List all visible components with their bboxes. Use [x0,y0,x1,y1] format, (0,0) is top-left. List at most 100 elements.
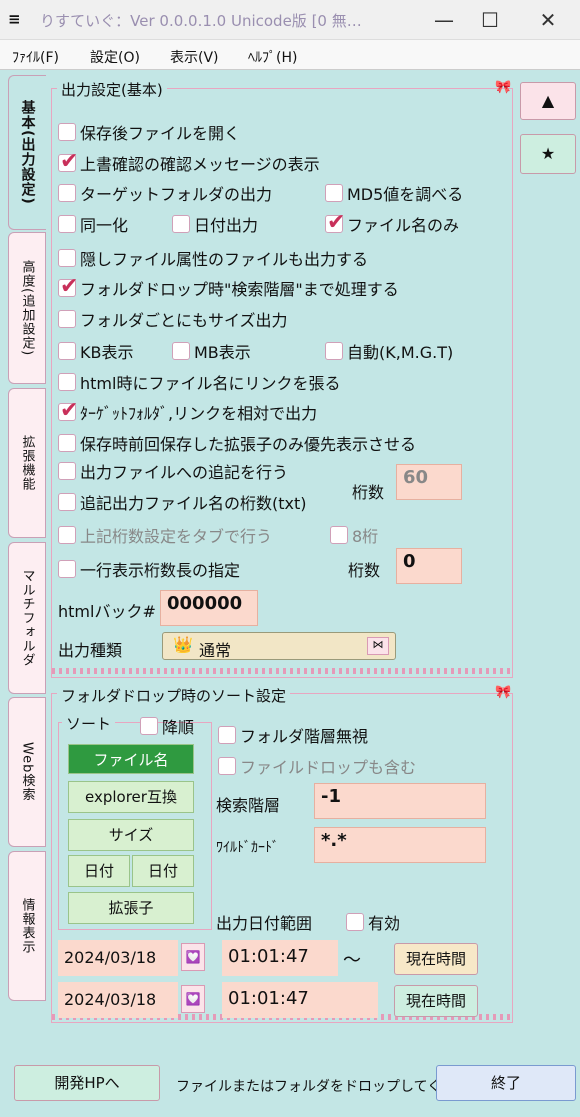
option-relative-link[interactable]: ﾀｰｹﾞｯﾄﾌｫﾙﾀﾞ,リンクを相対で出力 [58,398,318,424]
dotted-border [52,668,512,674]
checkbox[interactable] [325,184,343,202]
exit-button[interactable]: 終了 [436,1065,576,1101]
checkbox[interactable] [58,526,76,544]
sort-size-button[interactable]: サイズ [68,819,194,851]
depth-field[interactable]: -1 [314,783,486,819]
checkbox[interactable] [58,398,78,423]
menu-view[interactable]: 表示(V) [170,47,219,67]
option-filename-only[interactable]: ファイル名のみ [325,210,459,236]
app-icon[interactable]: ≡ [8,10,21,28]
checkbox[interactable] [58,149,78,174]
close-button[interactable]: ✕ [528,6,568,34]
checkbox[interactable] [218,757,236,775]
option-md5[interactable]: MD5値を調べる [325,181,463,205]
menu-file[interactable]: ﾌｧｲﾙ(F) [12,47,59,67]
checkbox[interactable] [58,215,76,233]
sort-date-button[interactable]: 日付 [68,855,130,887]
checkbox[interactable] [140,717,158,735]
checkbox[interactable] [58,123,76,141]
menu-help[interactable]: ﾍﾙﾌﾟ(H) [248,47,297,67]
tab-basic[interactable]: 基本(出力設定) [8,75,46,230]
sort-filename-button[interactable]: ファイル名 [68,744,194,774]
dropdown-arrow-icon[interactable]: ⋈ [367,637,389,655]
tab-multi-folder-label: マルチフォルダ [19,569,35,667]
checkbox[interactable] [58,342,76,360]
wildcard-field[interactable]: *.* [314,827,486,863]
option-kb[interactable]: KB表示 [58,339,133,363]
checkbox[interactable] [58,373,76,391]
output-type-value: 通常 [199,641,232,660]
checkbox[interactable] [58,310,76,328]
output-type-select[interactable]: 👑 通常 ⋈ [162,632,396,660]
checkbox[interactable] [58,434,76,452]
sort-date-button-2[interactable]: 日付 [132,855,194,887]
option-date-range-enable[interactable]: 有効 [346,910,400,934]
checkbox[interactable] [58,462,76,480]
checkbox[interactable] [58,184,76,202]
option-unify[interactable]: 同一化 [58,212,128,236]
option-label: 保存時前回保存した拡張子のみ優先表示させる [80,435,417,454]
checkbox[interactable] [58,274,78,299]
favorite-button[interactable]: ★ [520,134,576,174]
option-label: フォルダごとにもサイズ出力 [80,311,288,330]
minimize-button[interactable]: — [424,6,464,34]
tab-web-search[interactable]: Web検索 [8,697,46,847]
option-label: 出力ファイルへの追記を行う [80,463,289,482]
tab-multi-folder[interactable]: マルチフォルダ [8,542,46,694]
ribbon-icon: 🎀 [495,685,512,700]
time-field-2[interactable]: 01:01:47 [222,982,378,1018]
calendar-picker-icon[interactable]: 💟 [181,985,205,1013]
digits-field-1[interactable]: 60 [396,464,462,500]
scroll-up-button[interactable]: ▲ [520,82,576,120]
sort-explorer-button[interactable]: explorer互換 [68,781,194,813]
checkbox[interactable] [346,913,364,931]
tab-info[interactable]: 情報表示 [8,851,46,1001]
option-append-digits[interactable]: 追記出力ファイル名の桁数(txt) [58,490,307,514]
html-back-color-field[interactable]: 000000 [160,590,258,626]
option-hidden-files[interactable]: 隠しファイル属性のファイルも出力する [58,246,368,270]
option-mb[interactable]: MB表示 [172,339,251,363]
time-field-1[interactable]: 01:01:47 [222,940,338,976]
sort-extension-button[interactable]: 拡張子 [68,892,194,924]
option-open-after-save[interactable]: 保存後ファイルを開く [58,120,240,144]
tab-extension[interactable]: 拡張機能 [8,388,46,538]
option-descending[interactable]: 降順 [140,714,194,738]
option-line-length[interactable]: 一行表示桁数長の指定 [58,557,240,581]
now-button-1[interactable]: 現在時間 [394,943,478,975]
option-folder-drop-depth[interactable]: フォルダドロップ時"検索階層"まで処理する [58,274,399,300]
checkbox[interactable] [218,726,236,744]
digits-field-2[interactable]: 0 [396,548,462,584]
option-html-link[interactable]: html時にファイル名にリンクを張る [58,370,340,394]
option-label: 有効 [368,914,401,933]
checkbox[interactable] [325,210,345,235]
option-label: ﾀｰｹﾞｯﾄﾌｫﾙﾀﾞ,リンクを相対で出力 [80,404,318,423]
tab-advanced[interactable]: 高度(追加設定) [8,232,46,384]
dev-homepage-button[interactable]: 開発HPへ [14,1065,160,1101]
option-include-file-drop[interactable]: ファイルドロップも含む [218,754,416,778]
checkbox[interactable] [172,342,190,360]
option-8-digits[interactable]: 8桁 [330,523,378,547]
checkbox[interactable] [58,560,76,578]
option-digits-by-tab[interactable]: 上記桁数設定をタブで行う [58,523,272,547]
checkbox[interactable] [58,249,76,267]
checkbox[interactable] [325,342,343,360]
calendar-picker-icon[interactable]: 💟 [181,943,205,971]
option-ignore-depth[interactable]: フォルダ階層無視 [218,723,368,747]
option-date-output[interactable]: 日付出力 [172,212,258,236]
option-auto-unit[interactable]: 自動(K,M.G.T) [325,339,453,363]
option-append-output[interactable]: 出力ファイルへの追記を行う [58,459,288,483]
option-overwrite-confirm[interactable]: 上書確認の確認メッセージの表示 [58,149,320,175]
maximize-button[interactable]: ☐ [470,6,510,34]
checkbox[interactable] [330,526,348,544]
option-folder-size[interactable]: フォルダごとにもサイズ出力 [58,307,288,331]
menu-settings[interactable]: 設定(O) [90,47,140,67]
checkbox[interactable] [172,215,190,233]
date-field-1[interactable]: 2024/03/18 [58,940,178,976]
option-prefer-extension[interactable]: 保存時前回保存した拡張子のみ優先表示させる [58,431,416,455]
option-label: 降順 [162,718,195,737]
checkbox[interactable] [58,493,76,511]
option-target-folder-output[interactable]: ターゲットフォルダの出力 [58,181,272,205]
now-button-2[interactable]: 現在時間 [394,985,478,1017]
html-back-label: htmlバック# [58,602,156,621]
date-field-2[interactable]: 2024/03/18 [58,982,178,1018]
